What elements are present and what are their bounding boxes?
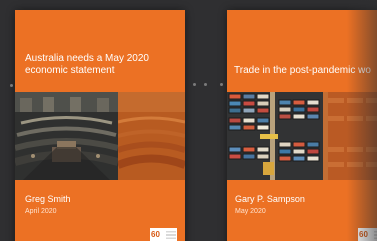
series-number: 60 (151, 230, 160, 239)
book-card-post-pandemic-trade[interactable]: Trade in the post-pandemic wo Gary P. Sa… (227, 10, 377, 241)
publication-date: April 2020 (25, 208, 57, 215)
author-name: Gary P. Sampson (235, 194, 305, 204)
author-name: Greg Smith (25, 194, 71, 204)
parliament-chamber-photo (15, 92, 118, 180)
book-carousel-viewport: Australia needs a May 2020 economic stat… (0, 0, 377, 241)
series-number: 60 (359, 230, 368, 239)
parliament-chamber-image (15, 92, 185, 180)
series-badge: 60 (358, 228, 377, 241)
carousel-dot-middle-left[interactable] (193, 83, 196, 86)
carousel-dot-middle-right[interactable] (204, 83, 207, 86)
series-badge: 60 (150, 228, 177, 241)
series-stripe-icon (166, 231, 176, 239)
carousel-dot-right[interactable] (220, 83, 223, 86)
carousel-dot-left[interactable] (10, 84, 13, 87)
shipping-containers-photo (227, 92, 323, 180)
publication-date: May 2020 (235, 208, 266, 215)
book-title: Australia needs a May 2020 economic stat… (25, 53, 149, 76)
shipping-containers-photo-tinted (323, 92, 377, 180)
book-carousel-track[interactable]: Australia needs a May 2020 economic stat… (0, 0, 377, 241)
book-title: Trade in the post-pandemic wo (234, 65, 371, 76)
book-card-economic-statement[interactable]: Australia needs a May 2020 economic stat… (15, 10, 185, 241)
shipping-containers-image (227, 92, 377, 180)
parliament-chamber-photo-tinted (118, 92, 185, 180)
